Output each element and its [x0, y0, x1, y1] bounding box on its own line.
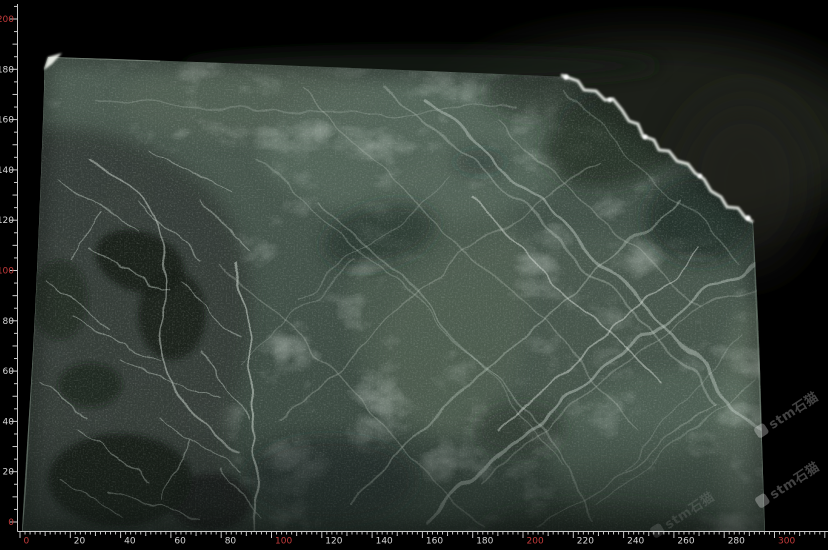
bottom-ruler-label: 60	[174, 537, 186, 547]
left-ruler-label: 100	[0, 267, 14, 277]
bottom-ruler-label: 0	[24, 537, 30, 547]
bottom-ruler-label: 140	[376, 537, 393, 547]
bottom-ruler-label: 160	[426, 537, 443, 547]
bottom-ruler-label: 100	[275, 537, 292, 547]
left-ruler-label: 0	[8, 518, 14, 528]
bottom-ruler-label: 40	[124, 537, 136, 547]
bottom-ruler-label: 20	[74, 537, 86, 547]
left-ruler-label: 140	[0, 166, 14, 176]
left-ruler-label: 180	[0, 65, 14, 75]
bottom-ruler-label: 80	[225, 537, 237, 547]
bottom-ruler-label: 120	[325, 537, 342, 547]
bottom-ruler-label: 220	[577, 537, 594, 547]
left-ruler-label: 20	[3, 468, 15, 478]
left-ruler-label: 120	[0, 216, 14, 226]
left-ruler-label: 200	[0, 15, 14, 25]
left-ruler-label: 60	[3, 367, 15, 377]
slab-viewer: 0 20 40 60 80 100 120 140 160 180 200 0 20 40 60 80 100…	[0, 0, 828, 550]
left-ruler-label: 160	[0, 116, 14, 126]
bottom-ruler-label: 240	[627, 537, 644, 547]
slab-image: 0 20 40 60 80 100 120 140 160 180 200 0 20 40 60 80 100…	[0, 0, 828, 550]
left-ruler-label: 80	[3, 317, 15, 327]
bottom-ruler-label: 180	[476, 537, 493, 547]
bottom-ruler-label: 200	[527, 537, 544, 547]
bottom-ruler-label: 280	[728, 537, 745, 547]
left-ruler-label: 40	[3, 417, 15, 427]
bottom-ruler-label: 260	[677, 537, 694, 547]
bottom-ruler-label: 300	[778, 537, 795, 547]
